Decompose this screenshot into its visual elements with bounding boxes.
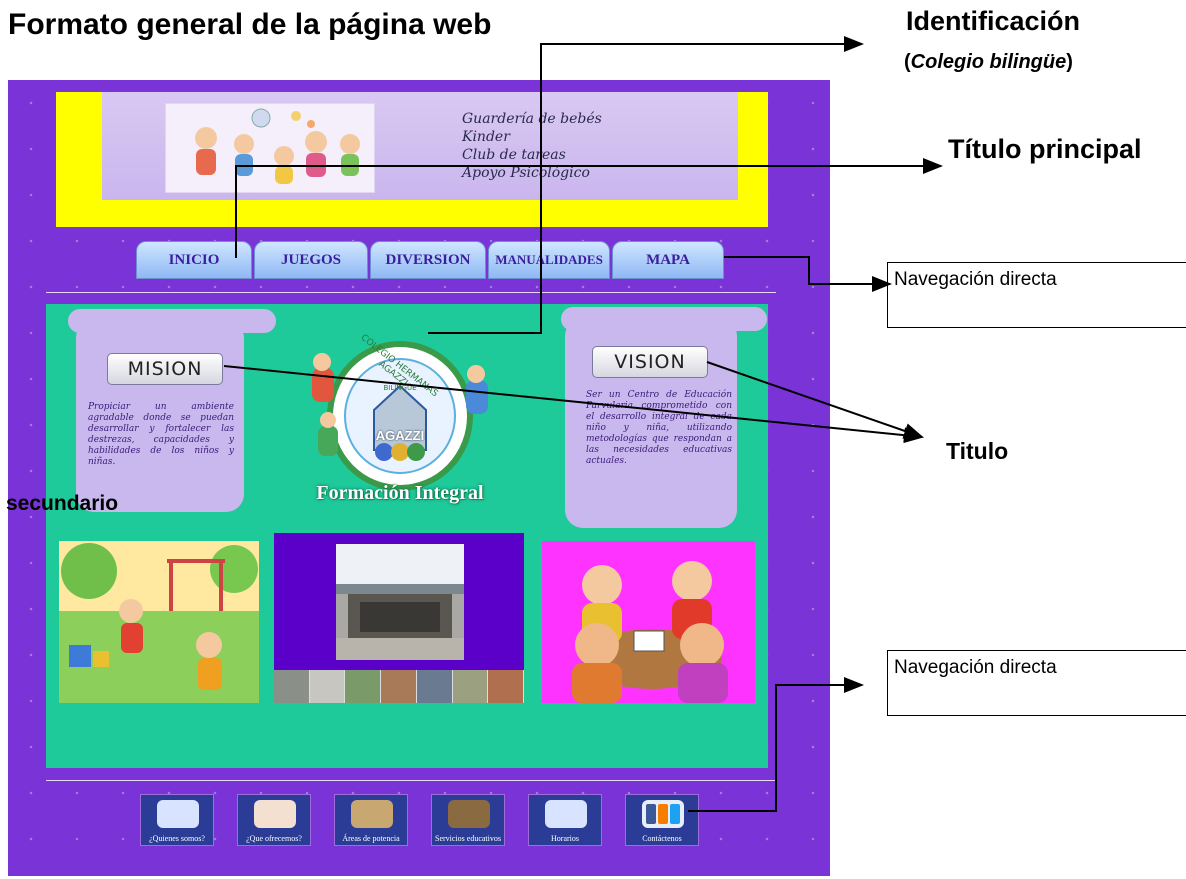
connector-titulo-principal bbox=[235, 158, 943, 258]
connector-arrows bbox=[223, 36, 943, 812]
connector-navegacion-2 bbox=[688, 677, 864, 812]
connector-identificacion bbox=[428, 36, 864, 334]
connector-navegacion-1 bbox=[724, 256, 892, 292]
